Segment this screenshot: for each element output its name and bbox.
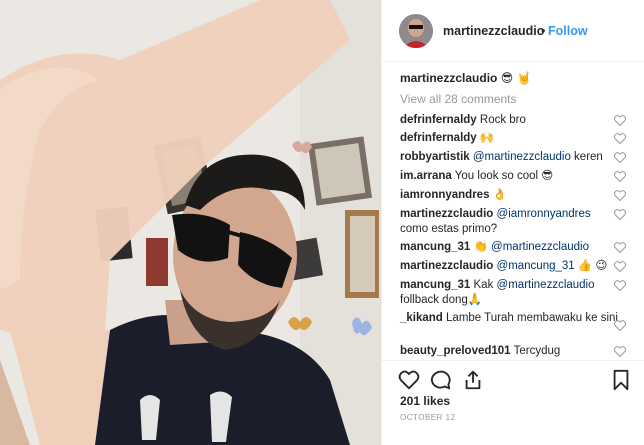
comment-mention[interactable]: @martinezzclaudio (497, 279, 595, 291)
comment-mention[interactable]: @martinezzclaudio (473, 151, 571, 163)
comment-heart-icon[interactable] (614, 133, 626, 144)
comment-mention[interactable]: @mancung_31 (497, 260, 575, 272)
comment-username[interactable]: mancung_31 (400, 241, 470, 253)
comment-mention[interactable]: @martinezzclaudio (491, 241, 589, 253)
header-separator: • (541, 24, 546, 38)
comment-item: im.arrana You look so cool 😎 (400, 169, 620, 184)
comment-text: You look so cool 😎 (454, 170, 554, 182)
comment-username[interactable]: im.arrana (400, 170, 452, 182)
comment-item: iamronnyandres 👌 (400, 188, 620, 203)
comment-heart-icon[interactable] (614, 320, 626, 331)
comment-item: beauty_preloved101 Tercydug (400, 344, 620, 359)
post-details-panel: martinezzclaudio • Follow martinezzclaud… (381, 0, 644, 445)
comment-heart-icon[interactable] (614, 115, 626, 126)
post-date: OCTOBER 12 (400, 413, 456, 422)
comment-text: 🙌 (479, 132, 495, 144)
comment-item: defrinfernaldy 🙌 (400, 131, 620, 146)
bookmark-icon[interactable] (610, 369, 632, 391)
comment-heart-icon[interactable] (614, 280, 626, 291)
comment-item: martinezzclaudio @iamronnyandres como es… (400, 207, 620, 237)
comment-username[interactable]: martinezzclaudio (400, 260, 493, 272)
post-header: martinezzclaudio • Follow (382, 0, 644, 62)
comment-username[interactable]: defrinfernaldy (400, 132, 477, 144)
comment-text: Rock bro (479, 114, 526, 126)
heart-icon[interactable] (398, 369, 420, 391)
view-all-comments-link[interactable]: View all 28 comments (400, 92, 517, 106)
comment-heart-icon[interactable] (614, 242, 626, 253)
share-icon[interactable] (462, 369, 484, 391)
comment-text: follback dong🙏 (400, 294, 483, 306)
comment-username[interactable]: iamronnyandres (400, 189, 489, 201)
post-caption: martinezzclaudio 😎 🤘 (400, 71, 532, 85)
comment-text: 👌 (492, 189, 508, 201)
comment-text: 👍 😉 (577, 260, 608, 272)
comment-username[interactable]: martinezzclaudio (400, 208, 493, 220)
comment-heart-icon[interactable] (614, 209, 626, 220)
comment-prefix: 👏 (473, 241, 488, 253)
comment-item: mancung_31 Kak @martinezzclaudio follbac… (400, 278, 620, 308)
comment-item: martinezzclaudio @mancung_31 👍 😉 (400, 259, 620, 274)
comment-prefix: Kak (473, 279, 494, 291)
comment-username[interactable]: mancung_31 (400, 279, 470, 291)
comment-username[interactable]: defrinfernaldy (400, 114, 477, 126)
comment-username[interactable]: robbyartistik (400, 151, 470, 163)
comment-item: robbyartistik @martinezzclaudio keren (400, 150, 620, 165)
comment-heart-icon[interactable] (614, 261, 626, 272)
comment-text: keren (574, 151, 603, 163)
comment-item: defrinfernaldy Rock bro (400, 113, 620, 128)
comment-heart-icon[interactable] (614, 171, 626, 182)
follow-button[interactable]: Follow (548, 24, 588, 38)
comment-username[interactable]: _kikand (400, 312, 443, 324)
avatar-image (399, 14, 433, 48)
photo-illustration (0, 0, 381, 445)
comment-item: mancung_31 👏 @martinezzclaudio (400, 240, 620, 255)
caption-username[interactable]: martinezzclaudio (400, 71, 497, 85)
comment-mention[interactable]: @iamronnyandres (497, 208, 591, 220)
comment-text: Lambe Turah membawaku ke sini (446, 312, 618, 324)
comment-item: _kikand Lambe Turah membawaku ke sini (400, 311, 620, 326)
comment-text: como estas primo? (400, 223, 498, 235)
comment-username[interactable]: beauty_preloved101 (400, 345, 511, 357)
comment-heart-icon[interactable] (614, 346, 626, 357)
comment-text: Tercydug (513, 345, 561, 357)
avatar[interactable] (399, 14, 433, 48)
comment-heart-icon[interactable] (614, 190, 626, 201)
post-photo[interactable] (0, 0, 381, 445)
header-username[interactable]: martinezzclaudio (443, 24, 544, 38)
caption-text: 😎 🤘 (500, 71, 532, 85)
comment-heart-icon[interactable] (614, 152, 626, 163)
likes-count[interactable]: 201 likes (400, 394, 450, 408)
comment-bubble-icon[interactable] (430, 369, 452, 391)
